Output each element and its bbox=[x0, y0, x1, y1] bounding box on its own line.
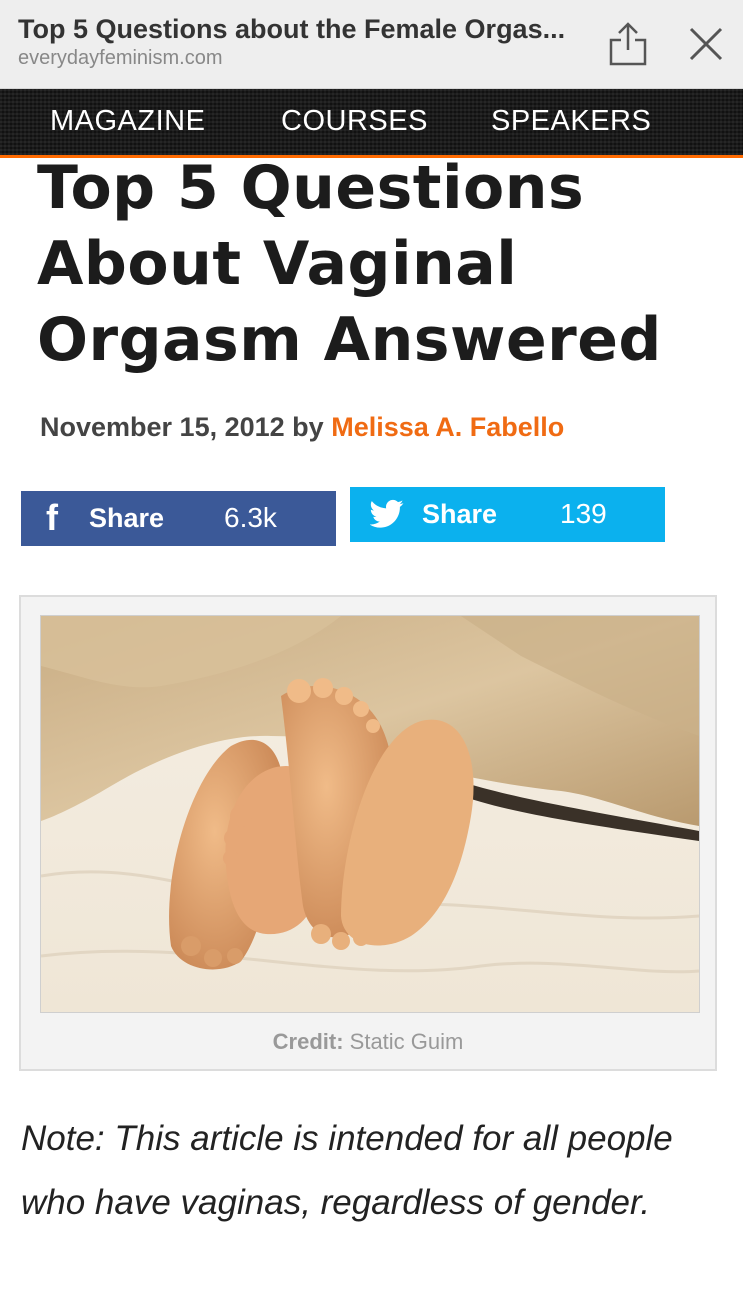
nav-item-magazine-label[interactable]: MAGAZINE bbox=[50, 105, 205, 138]
article-title: Top 5 Questions About Vaginal Orgasm Ans… bbox=[37, 153, 662, 375]
share-icon[interactable] bbox=[606, 20, 650, 68]
twitter-bird-icon bbox=[370, 499, 404, 528]
browser-top-bar-overlay: Top 5 Questions about the Female Orgas..… bbox=[0, 0, 743, 89]
author-link[interactable]: Melissa A. Fabello bbox=[331, 412, 564, 442]
facebook-share-count: 6.3k bbox=[224, 502, 277, 533]
credit-label: Credit: bbox=[272, 1029, 344, 1054]
site-nav-overlay: MAGAZINE COURSES SPEAKERS bbox=[0, 88, 743, 158]
facebook-icon: f bbox=[46, 497, 58, 538]
publish-date: November 15, 2012 bbox=[40, 412, 285, 442]
photo-credit: Credit: Static Guim bbox=[21, 1029, 715, 1055]
close-icon[interactable] bbox=[684, 22, 728, 66]
facebook-share-button[interactable]: f Share 6.3k bbox=[21, 491, 336, 546]
byline-by: by bbox=[292, 412, 324, 442]
feet-photo-illustration bbox=[41, 616, 699, 1012]
byline: November 15, 2012 by Melissa A. Fabello bbox=[40, 412, 564, 443]
credit-name: Static Guim bbox=[349, 1029, 464, 1054]
twitter-share-count: 139 bbox=[560, 498, 607, 529]
article-note: Note: This article is intended for all p… bbox=[21, 1119, 673, 1222]
twitter-share-button[interactable]: Share 139 bbox=[350, 487, 665, 542]
nav-item-speakers-label[interactable]: SPEAKERS bbox=[491, 105, 651, 138]
page-title-overlay: Top 5 Questions about the Female Orgas..… bbox=[18, 14, 566, 44]
twitter-share-label: Share bbox=[422, 499, 498, 529]
article-figure: Credit: Static Guim bbox=[19, 595, 717, 1071]
nav-item-courses-label[interactable]: COURSES bbox=[281, 105, 428, 138]
facebook-share-label: Share bbox=[89, 503, 165, 533]
page-url-overlay[interactable]: everydayfeminism.com bbox=[18, 47, 223, 70]
article-photo[interactable] bbox=[40, 615, 700, 1013]
